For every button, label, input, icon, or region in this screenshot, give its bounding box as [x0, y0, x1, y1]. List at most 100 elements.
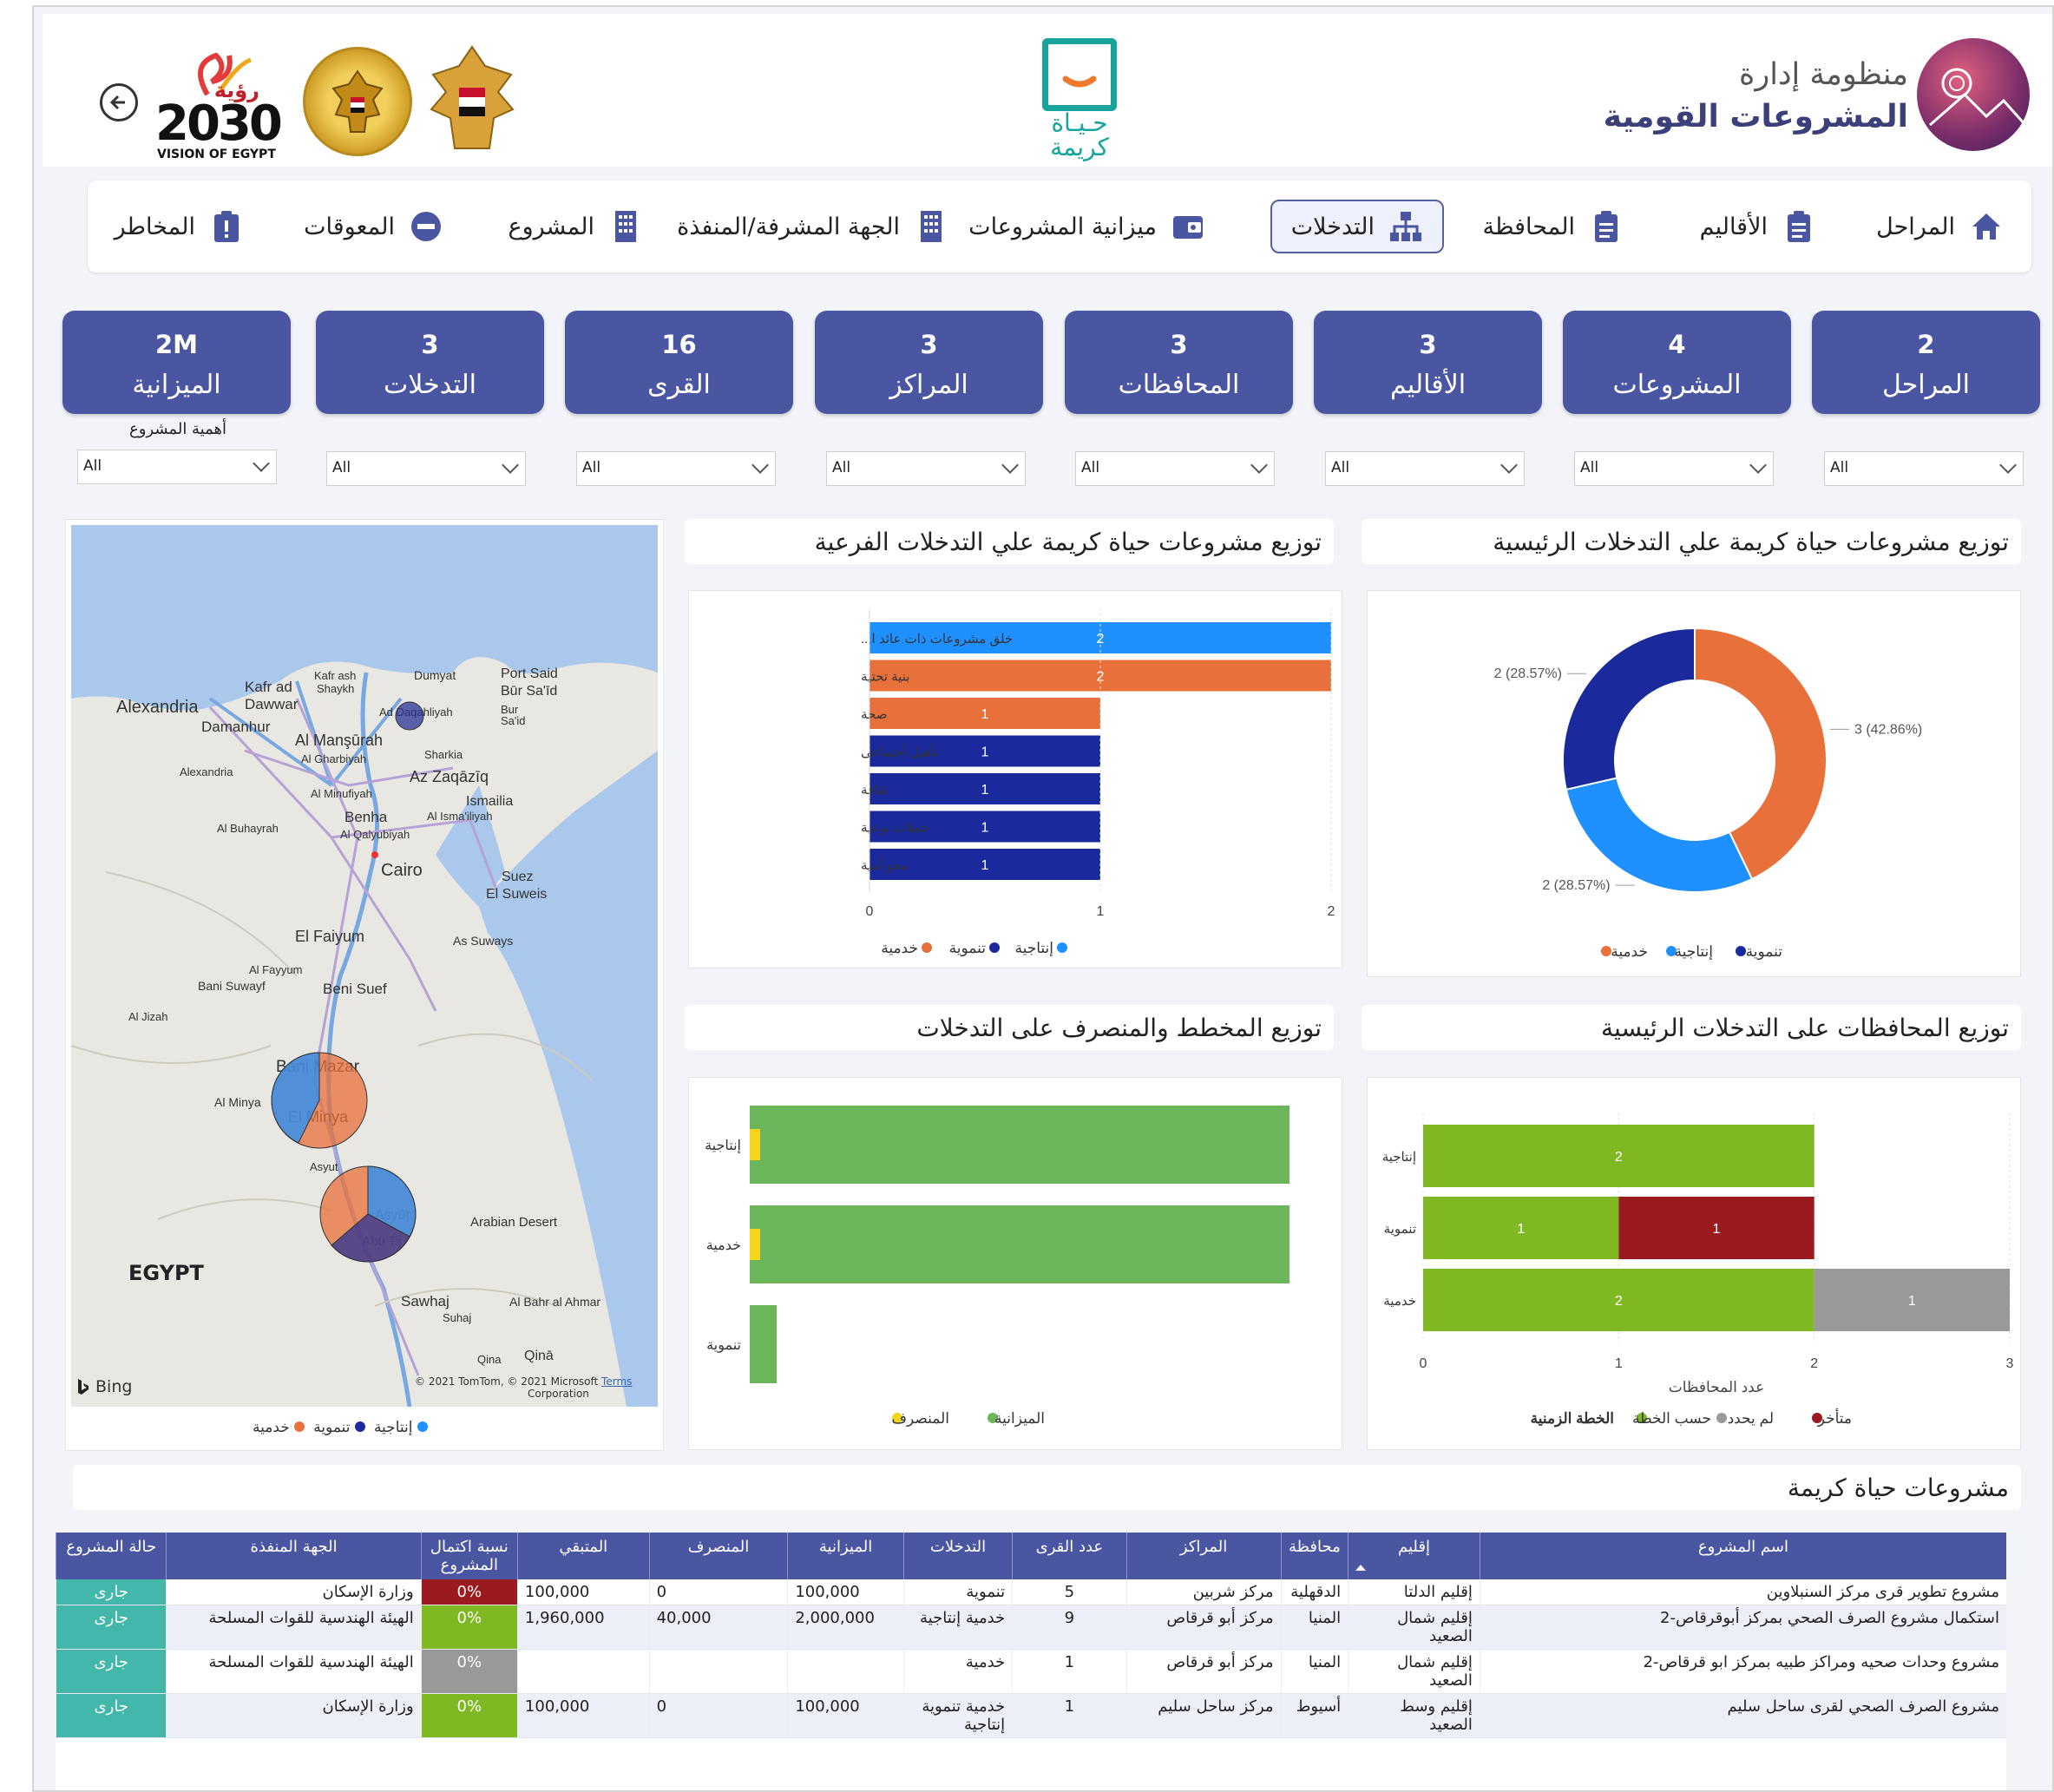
nav-label: المراحل [1876, 213, 1955, 240]
map-place-label: Dumyat [414, 668, 456, 682]
legend-label: خدمية [881, 940, 918, 956]
column-header[interactable]: المتبقي [516, 1533, 650, 1579]
filter-value: All [582, 459, 601, 476]
nav-label: المشروع [508, 213, 594, 240]
nav-label: المحافظة [1482, 213, 1575, 240]
nav-item-supervisor[interactable]: الجهة المشرفة/المنفذة [677, 202, 948, 251]
map-place-label: Al Gharbiyah [301, 752, 366, 765]
table-cell: 100,000 [787, 1579, 904, 1605]
map-place-label: Dawwar [245, 696, 299, 712]
budget-bar[interactable] [750, 1205, 1289, 1283]
nav-item-phases[interactable]: المراحل [1876, 202, 2004, 251]
nav-item-interventions[interactable]: التدخلات [1270, 200, 1444, 253]
map-corporation: Corporation [528, 1388, 589, 1400]
bar-value-label: 1 [981, 858, 989, 873]
nav-item-regions[interactable]: الأقاليم [1700, 202, 1816, 251]
category-label: تنموية [706, 1338, 741, 1353]
map-bubble-daqahliya[interactable] [395, 701, 424, 731]
table-cell: 1 [1012, 1693, 1127, 1738]
map-pie-asyut[interactable] [319, 1165, 417, 1263]
segment-value-label: 1 [1713, 1222, 1721, 1237]
column-header[interactable]: المراكز [1125, 1533, 1282, 1579]
nav-item-risks[interactable]: المخاطر [115, 202, 244, 251]
table-cell: خدمية تنموية إنتاجية [902, 1693, 1013, 1738]
legend-label: إنتاجية [1014, 940, 1053, 956]
spent-bar[interactable] [750, 1129, 760, 1160]
column-header[interactable]: نسبة اكتمال المشروع [420, 1533, 518, 1579]
column-header[interactable]: اسم المشروع [1479, 1533, 2006, 1579]
spent-bar[interactable] [750, 1229, 760, 1260]
kpi-regions[interactable]: 3 الأقاليم [1314, 311, 1542, 414]
column-header[interactable]: المنصرف [648, 1533, 788, 1579]
donut-slice[interactable] [1562, 627, 1696, 791]
filter-dropdown-projects[interactable]: All [1574, 451, 1774, 486]
map-place-label: Benha [345, 809, 388, 825]
filter-dropdown-importance[interactable]: All [77, 450, 277, 484]
filter-dropdown-governorates[interactable]: All [1075, 451, 1275, 486]
kpi-budget[interactable]: 2M الميزانية [62, 311, 291, 414]
filter-dropdown-centers[interactable]: All [826, 451, 1026, 486]
back-button[interactable] [100, 83, 138, 121]
nav-item-obstacles[interactable]: المعوقات [304, 202, 443, 251]
hierarchy-icon [1388, 209, 1423, 244]
table-cell: المنيا [1280, 1649, 1349, 1694]
table-cell: خدمية إنتاجية [902, 1605, 1013, 1650]
kpi-interventions[interactable]: 3 التدخلات [316, 311, 544, 414]
kpi-villages[interactable]: 16 القرى [565, 311, 793, 414]
budget-bar[interactable] [750, 1106, 1289, 1184]
map-place-label: Al Isma'iliyah [427, 810, 492, 823]
donut-slice[interactable] [1565, 777, 1754, 893]
kpi-value: 3 [920, 330, 938, 359]
kpi-label: التدخلات [384, 370, 476, 400]
map-terms-link[interactable]: Terms [601, 1375, 632, 1388]
table-row[interactable]: مشروع تطوير قرى مركز السنبلاوين إقليم الد… [56, 1579, 2006, 1605]
kpi-centers[interactable]: 3 المراكز [815, 311, 1043, 414]
filter-dropdown-interventions[interactable]: All [326, 451, 526, 486]
dashboard-frame: منظومة إدارة المشروعات القومية حـيـاة كر… [32, 5, 2054, 1792]
filter-dropdown-villages[interactable]: All [576, 451, 776, 486]
table-row[interactable]: مشروع وحدات صحيه ومراكز طبيه بمركز ابو ق… [56, 1649, 2006, 1694]
category-label: إنتاجية [1382, 1150, 1416, 1165]
column-header[interactable]: الميزانية [787, 1533, 904, 1579]
column-header[interactable]: التدخلات [902, 1533, 1013, 1579]
main-interventions-svg: 3 (42.86%) 2 (28.57%) 2 (28.57%) خدمية إنتاج… [1494, 627, 1922, 961]
kpi-label: المحافظات [1118, 370, 1240, 400]
nav-label: الأقاليم [1699, 213, 1768, 240]
kpi-phases[interactable]: 2 المراحل [1812, 311, 2040, 414]
segment-value-label: 1 [1908, 1294, 1916, 1309]
nav-item-governorate[interactable]: المحافظة [1482, 202, 1624, 251]
legend-label: خدمية [253, 1419, 290, 1436]
map-canvas[interactable]: Alexandria Kafr ad Dawwar Damanhur Kafr … [71, 525, 658, 1407]
map-place-label: Damanhur [201, 719, 271, 735]
vision-sub-text: VISION OF EGYPT [157, 148, 276, 161]
legend-label: إنتاجية [373, 1419, 413, 1436]
x-tick-label: 0 [1420, 1356, 1427, 1371]
table-row[interactable]: مشروع الصرف الصحي لقرى ساحل سليم إقليم وس… [56, 1693, 2006, 1738]
filter-dropdown-regions[interactable]: All [1325, 451, 1525, 486]
kpi-governorates[interactable]: 3 المحافظات [1065, 311, 1293, 414]
table-row[interactable]: استكمال مشروع الصرف الصحي بمركز أبوقرقاص… [56, 1605, 2006, 1650]
budget-bar[interactable] [750, 1305, 778, 1383]
nav-label: المعوقات [304, 213, 395, 240]
nav-item-project[interactable]: المشروع [509, 202, 643, 251]
projects-table-title: مشروعات حياة كريمة [73, 1465, 2021, 1510]
column-header[interactable]: الجهة المنفذة [166, 1533, 422, 1579]
chevron-down-icon [1999, 456, 2017, 474]
nav-label: المخاطر [114, 213, 195, 240]
column-header[interactable]: حالة المشروع [56, 1533, 167, 1579]
kpi-value: 2 [1917, 330, 1935, 359]
filter-value: All [332, 459, 351, 476]
map-pie-minya[interactable] [271, 1052, 368, 1149]
map-place-label: Suhaj [443, 1311, 471, 1324]
map-place-label: Shaykh [317, 682, 354, 695]
filter-dropdown-phases[interactable]: All [1824, 451, 2024, 486]
kpi-projects[interactable]: 4 المشروعات [1563, 311, 1791, 414]
nav-item-budget[interactable]: ميزانية المشروعات [968, 202, 1205, 251]
table-cell: 0% [420, 1605, 518, 1650]
column-header[interactable]: عدد القرى [1012, 1533, 1127, 1579]
column-header[interactable]: إقليم [1348, 1533, 1480, 1579]
x-tick-label: 2 [1810, 1356, 1818, 1371]
legend-marker [1601, 946, 1611, 956]
bar-value-label: 1 [981, 783, 989, 798]
column-header[interactable]: محافظة [1280, 1533, 1349, 1579]
